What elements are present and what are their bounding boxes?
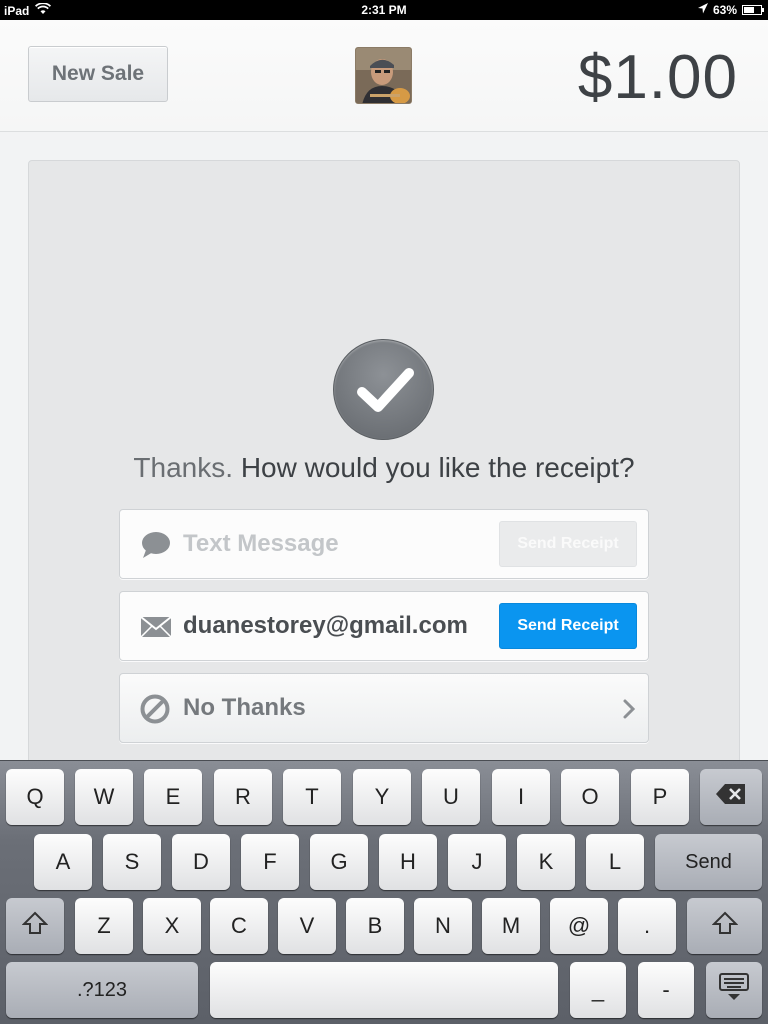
header: New Sale $1.00 — [0, 20, 768, 132]
chevron-right-icon — [622, 698, 636, 720]
receipt-question: How would you like the receipt? — [240, 452, 635, 483]
checkmark-icon — [333, 339, 434, 440]
key-p[interactable]: P — [631, 769, 689, 825]
key-k[interactable]: K — [517, 834, 575, 890]
send-receipt-email-button[interactable]: Send Receipt — [499, 603, 637, 649]
key-j[interactable]: J — [448, 834, 506, 890]
no-thanks-button[interactable]: No Thanks — [119, 673, 649, 743]
key-e[interactable]: E — [144, 769, 202, 825]
key-x[interactable]: X — [143, 898, 201, 954]
space-key[interactable] — [210, 962, 558, 1018]
key-y[interactable]: Y — [353, 769, 411, 825]
shift-right-key[interactable] — [687, 898, 762, 954]
status-bar: iPad 2:31 PM 63% — [0, 0, 768, 20]
sale-total: $1.00 — [577, 43, 738, 112]
key-q[interactable]: Q — [6, 769, 64, 825]
onscreen-keyboard: Q W E R T Y U I O P A S D F G H J K L Se… — [0, 760, 768, 1024]
no-thanks-label: No Thanks — [183, 694, 306, 721]
shift-icon — [711, 911, 738, 941]
thanks-text: Thanks. — [133, 452, 234, 483]
receipt-prompt: Thanks. How would you like the receipt? — [0, 452, 768, 484]
email-row[interactable]: duanestorey@gmail.com Send Receipt — [119, 591, 649, 661]
key-w[interactable]: W — [75, 769, 133, 825]
send-key[interactable]: Send — [655, 834, 762, 890]
key-g[interactable]: G — [310, 834, 368, 890]
key-m[interactable]: M — [482, 898, 540, 954]
battery-percent: 63% — [712, 3, 737, 17]
key-n[interactable]: N — [414, 898, 472, 954]
backspace-icon — [715, 783, 747, 811]
key-v[interactable]: V — [278, 898, 336, 954]
key-r[interactable]: R — [214, 769, 272, 825]
send-receipt-sms-button[interactable]: Send Receipt — [499, 521, 637, 567]
speech-bubble-icon — [140, 530, 172, 560]
shift-left-key[interactable] — [6, 898, 64, 954]
key-l[interactable]: L — [586, 834, 644, 890]
key-o[interactable]: O — [561, 769, 619, 825]
avatar[interactable] — [355, 47, 412, 104]
key-z[interactable]: Z — [75, 898, 133, 954]
shift-icon — [21, 911, 49, 941]
key-period[interactable]: . — [618, 898, 676, 954]
key-underscore[interactable]: _ — [570, 962, 626, 1018]
key-b[interactable]: B — [346, 898, 404, 954]
battery-icon — [742, 5, 764, 15]
email-field[interactable]: duanestorey@gmail.com — [183, 592, 468, 660]
key-i[interactable]: I — [492, 769, 550, 825]
key-s[interactable]: S — [103, 834, 161, 890]
numbers-key[interactable]: .?123 — [6, 962, 198, 1018]
key-c[interactable]: C — [210, 898, 268, 954]
key-at[interactable]: @ — [550, 898, 608, 954]
battery-fill — [744, 7, 755, 13]
backspace-key[interactable] — [700, 769, 762, 825]
key-a[interactable]: A — [34, 834, 92, 890]
key-h[interactable]: H — [379, 834, 437, 890]
location-icon — [697, 3, 708, 17]
key-t[interactable]: T — [283, 769, 341, 825]
keyboard-hide-icon — [718, 972, 750, 1008]
envelope-icon — [140, 612, 172, 642]
text-message-input[interactable]: Text Message — [183, 510, 339, 578]
hide-keyboard-key[interactable] — [706, 962, 762, 1018]
key-d[interactable]: D — [172, 834, 230, 890]
status-time: 2:31 PM — [361, 3, 407, 17]
key-u[interactable]: U — [422, 769, 480, 825]
key-f[interactable]: F — [241, 834, 299, 890]
new-sale-button[interactable]: New Sale — [28, 46, 168, 102]
prohibited-icon — [140, 694, 172, 724]
key-dash[interactable]: - — [638, 962, 694, 1018]
text-message-row[interactable]: Text Message Send Receipt — [119, 509, 649, 579]
